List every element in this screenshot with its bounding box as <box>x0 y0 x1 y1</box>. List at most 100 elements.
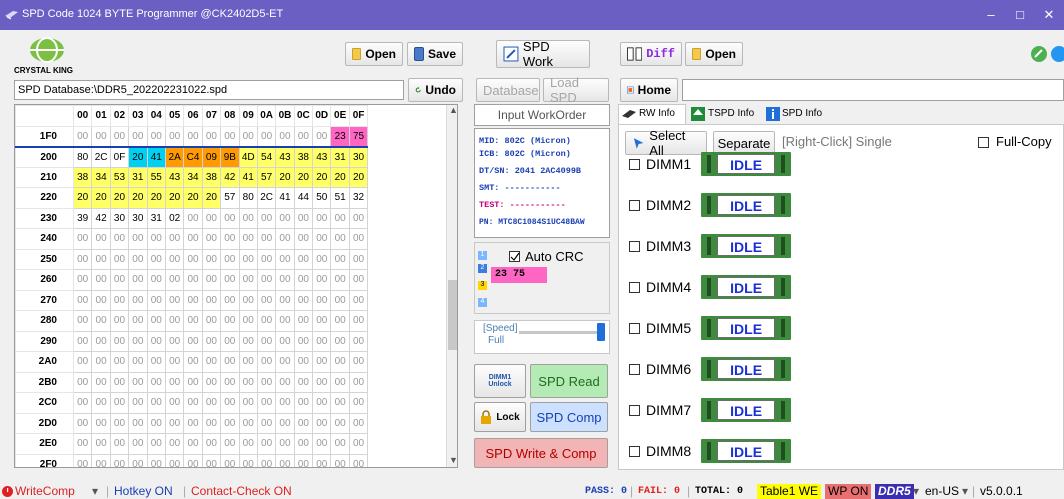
hex-cell[interactable]: 00 <box>220 453 240 467</box>
hex-cell[interactable]: 2C <box>91 146 111 168</box>
hex-cell[interactable]: 20 <box>201 187 222 209</box>
hex-cell[interactable]: 00 <box>146 125 166 147</box>
hex-cell[interactable]: 00 <box>72 392 93 414</box>
hex-cell[interactable]: 00 <box>183 392 203 414</box>
hex-cell[interactable]: 30 <box>348 146 369 168</box>
minimize-button[interactable]: – <box>976 0 1006 30</box>
hex-cell[interactable]: 00 <box>109 392 130 414</box>
hex-cell[interactable]: 38 <box>293 146 314 168</box>
hex-cell[interactable]: 00 <box>220 412 240 434</box>
dimm-row[interactable]: DIMM2 IDLE <box>629 192 792 218</box>
hex-cell[interactable]: 09 <box>201 146 222 168</box>
hex-cell[interactable]: 00 <box>164 351 185 373</box>
home-button[interactable]: Home <box>620 78 678 102</box>
hex-cell[interactable]: 00 <box>312 453 332 467</box>
hex-cell[interactable]: 00 <box>128 269 148 291</box>
diff-button[interactable]: Diff <box>620 42 682 66</box>
hex-cell[interactable]: 00 <box>312 371 332 393</box>
hex-cell[interactable]: 00 <box>220 310 240 332</box>
maximize-button[interactable]: □ <box>1005 0 1035 30</box>
hex-cell[interactable]: 00 <box>109 269 130 291</box>
hex-cell[interactable]: 38 <box>201 166 222 188</box>
hex-cell[interactable]: 00 <box>146 228 166 250</box>
hex-cell[interactable]: 00 <box>220 248 240 270</box>
hex-cell[interactable]: 00 <box>164 228 185 250</box>
hex-cell[interactable]: 00 <box>348 207 369 229</box>
hex-cell[interactable]: 00 <box>348 412 369 434</box>
hex-cell[interactable]: 00 <box>72 412 93 434</box>
hex-cell[interactable]: 00 <box>330 310 350 332</box>
hex-cell[interactable]: 00 <box>128 330 148 352</box>
hex-cell[interactable]: 00 <box>72 310 93 332</box>
hex-cell[interactable]: 00 <box>72 453 93 467</box>
dimm-row[interactable]: DIMM8 IDLE <box>629 438 792 464</box>
language-dropdown-icon[interactable]: ▾ <box>962 484 968 499</box>
hex-cell[interactable]: 00 <box>128 371 148 393</box>
hex-cell[interactable]: 20 <box>312 166 332 188</box>
hex-cell[interactable]: 00 <box>330 330 350 352</box>
hex-cell[interactable]: 00 <box>164 371 185 393</box>
hex-cell[interactable]: 00 <box>330 228 350 250</box>
hex-cell[interactable]: 00 <box>330 371 350 393</box>
open-compare-button[interactable]: Open <box>685 42 743 66</box>
hex-cell[interactable]: 00 <box>330 207 350 229</box>
hex-cell[interactable]: 00 <box>146 269 166 291</box>
hex-cell[interactable]: 2A <box>164 146 185 168</box>
hex-cell[interactable]: 00 <box>238 453 258 467</box>
dimm-checkbox[interactable] <box>629 240 640 252</box>
hex-cell[interactable]: 00 <box>238 412 258 434</box>
hex-cell[interactable]: 00 <box>72 433 93 455</box>
dimm-checkbox[interactable] <box>629 404 640 416</box>
hex-cell[interactable]: 32 <box>348 187 369 209</box>
hex-cell[interactable]: 00 <box>201 310 222 332</box>
hex-cell[interactable]: 00 <box>275 453 295 467</box>
hex-cell[interactable]: 00 <box>256 433 277 455</box>
hex-cell[interactable]: 00 <box>275 207 295 229</box>
dimm-row[interactable]: DIMM3 IDLE <box>629 233 792 259</box>
hex-cell[interactable]: 00 <box>109 125 130 147</box>
hex-cell[interactable]: 00 <box>293 351 314 373</box>
hex-cell[interactable]: 00 <box>91 351 111 373</box>
hex-cell[interactable]: 00 <box>201 289 222 311</box>
hex-cell[interactable]: 20 <box>72 187 93 209</box>
hex-cell[interactable]: 00 <box>91 125 111 147</box>
hex-cell[interactable]: 4D <box>238 146 258 168</box>
hex-cell[interactable]: 00 <box>91 453 111 467</box>
spd-read-button[interactable]: SPD Read <box>530 364 608 398</box>
hex-cell[interactable]: 00 <box>183 412 203 434</box>
slot-2[interactable]: 2 <box>478 264 487 273</box>
hex-cell[interactable]: 00 <box>293 453 314 467</box>
hex-cell[interactable]: 51 <box>330 187 350 209</box>
hex-cell[interactable]: 00 <box>91 330 111 352</box>
hex-cell[interactable]: 00 <box>201 207 222 229</box>
hex-cell[interactable]: 00 <box>201 330 222 352</box>
scroll-thumb[interactable] <box>448 280 457 350</box>
hex-cell[interactable]: 00 <box>293 125 314 147</box>
hex-cell[interactable]: 00 <box>238 433 258 455</box>
hex-cell[interactable]: 00 <box>183 269 203 291</box>
writecomp-dropdown-icon[interactable]: ▾ <box>92 484 98 499</box>
gear-icon[interactable] <box>1050 45 1064 63</box>
hex-cell[interactable]: 00 <box>109 433 130 455</box>
hex-cell[interactable]: 00 <box>293 248 314 270</box>
spd-comp-button[interactable]: SPD Comp <box>530 402 608 432</box>
undo-button[interactable]: Undo <box>408 78 463 102</box>
hex-cell[interactable]: 00 <box>72 351 93 373</box>
hex-cell[interactable]: 30 <box>128 207 148 229</box>
hotkey-status[interactable]: Hotkey ON <box>114 484 173 499</box>
writecomp-mode[interactable]: WriteComp <box>15 484 75 499</box>
hex-cell[interactable]: 44 <box>293 187 314 209</box>
hex-cell[interactable]: 2C <box>256 187 277 209</box>
hex-cell[interactable]: 39 <box>72 207 93 229</box>
hex-cell[interactable]: 20 <box>293 166 314 188</box>
hex-cell[interactable]: 00 <box>109 412 130 434</box>
hex-cell[interactable]: 00 <box>201 371 222 393</box>
hex-cell[interactable]: 55 <box>146 166 166 188</box>
hex-cell[interactable]: 00 <box>201 392 222 414</box>
hex-cell[interactable]: 00 <box>91 392 111 414</box>
hex-cell[interactable]: 00 <box>348 289 369 311</box>
hex-cell[interactable]: 00 <box>275 228 295 250</box>
hex-cell[interactable]: 00 <box>183 371 203 393</box>
hex-cell[interactable]: 00 <box>128 392 148 414</box>
slot-3[interactable]: 3 <box>478 281 487 290</box>
